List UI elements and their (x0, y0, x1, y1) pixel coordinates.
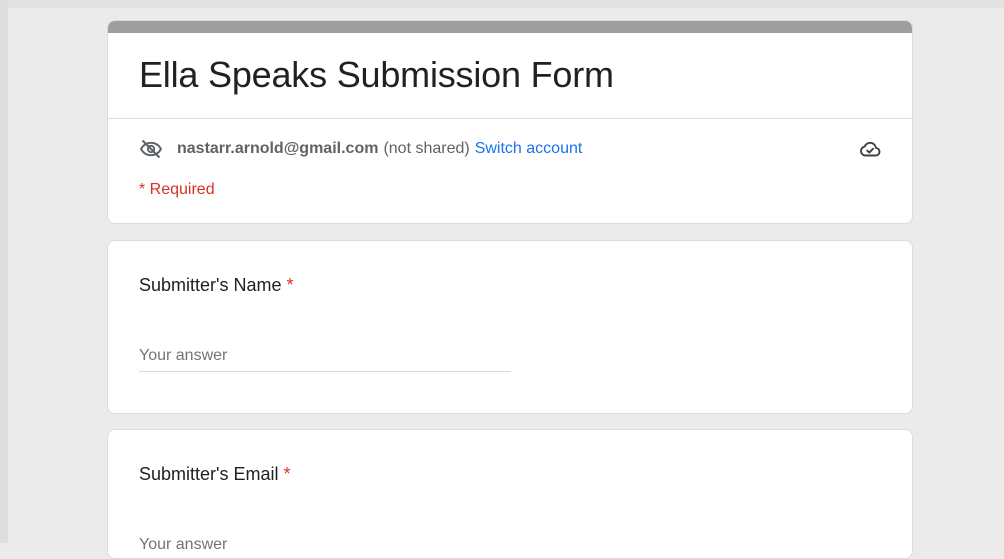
question-title: Submitter's Name * (139, 275, 294, 296)
window-left-edge (0, 0, 8, 543)
account-row: nastarr.arnold@gmail.com (not shared) Sw… (139, 137, 882, 161)
not-shared-note: (not shared) (383, 140, 470, 157)
switch-account-link[interactable]: Switch account (475, 140, 583, 158)
window-top-edge (0, 0, 1004, 8)
header-accent-bar (108, 21, 912, 33)
question-title: Submitter's Email * (139, 464, 291, 485)
required-asterisk: * (283, 464, 291, 484)
header-divider (108, 118, 912, 119)
cloud-check-icon[interactable] (858, 137, 882, 161)
form-title: Ella Speaks Submission Form (139, 54, 614, 95)
submitter-name-input[interactable] (139, 341, 511, 372)
form-header-card: Ella Speaks Submission Form nastarr.arno… (107, 20, 913, 224)
required-asterisk: * (286, 275, 294, 295)
account-email: nastarr.arnold@gmail.com (177, 140, 379, 157)
submitter-email-input[interactable] (139, 530, 511, 558)
question-card-submitter-name: Submitter's Name * (107, 240, 913, 414)
eye-off-icon (139, 137, 163, 161)
required-note: * Required (139, 181, 215, 198)
question-label: Submitter's Email (139, 464, 279, 484)
question-label: Submitter's Name (139, 275, 282, 295)
question-card-submitter-email: Submitter's Email * (107, 429, 913, 559)
